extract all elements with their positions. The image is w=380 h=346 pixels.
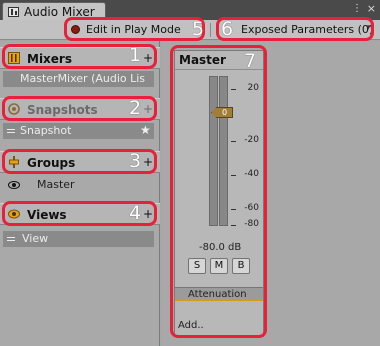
annotation-number: 7 bbox=[244, 50, 257, 72]
annotation-number: 1 bbox=[129, 44, 142, 66]
toolbar-divider bbox=[210, 23, 211, 37]
snapshot-list-item[interactable]: Snapshot ★ bbox=[3, 123, 154, 139]
eye-icon[interactable] bbox=[8, 181, 20, 189]
group-list-item[interactable]: Master bbox=[3, 177, 154, 193]
annotation-number: 2 bbox=[129, 97, 142, 119]
annotation-number: 6 bbox=[221, 18, 234, 40]
annotation-box-7 bbox=[170, 45, 267, 338]
drag-handle-icon[interactable] bbox=[7, 237, 15, 241]
drag-handle-icon[interactable] bbox=[7, 129, 15, 133]
annotation-box-5 bbox=[64, 17, 205, 41]
star-icon[interactable]: ★ bbox=[140, 123, 151, 137]
mixer-name: MasterMixer (Audio Lis bbox=[20, 72, 146, 85]
close-icon[interactable]: × bbox=[367, 3, 376, 14]
audio-mixer-icon bbox=[8, 7, 19, 17]
annotation-box-6 bbox=[216, 17, 374, 41]
annotation-number: 5 bbox=[192, 18, 205, 40]
view-list-item[interactable]: View bbox=[3, 231, 154, 247]
kebab-menu-icon[interactable]: ⋮ bbox=[352, 4, 362, 14]
annotation-number: 4 bbox=[129, 202, 142, 224]
view-name: View bbox=[22, 232, 49, 245]
snapshot-name: Snapshot bbox=[20, 124, 72, 137]
annotation-number: 3 bbox=[129, 150, 142, 172]
group-name: Master bbox=[37, 178, 75, 191]
mixer-list-item[interactable]: MasterMixer (Audio Lis bbox=[3, 71, 154, 87]
